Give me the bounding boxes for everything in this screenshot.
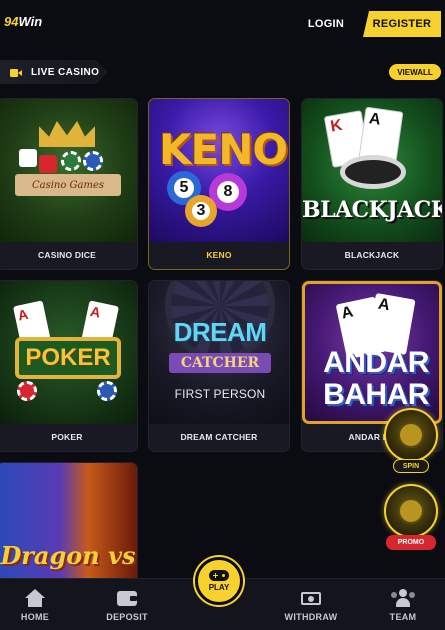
chip-icon (17, 381, 37, 401)
dream-logo-text: DREAM (173, 317, 267, 347)
first-person-text: FIRST PERSON (174, 387, 266, 401)
game-card-label: POKER (51, 431, 83, 442)
home-icon (25, 589, 45, 607)
game-card-poker[interactable]: A A POKER POKER (0, 280, 138, 452)
promo-label: PROMO (386, 535, 436, 550)
game-card-blackjack[interactable]: K A BLACKJACK BLACKJACK (301, 98, 443, 270)
nav-item-home[interactable]: HOME (0, 589, 70, 629)
game-card-label: CASINO DICE (38, 249, 96, 260)
chip-icon (97, 381, 117, 401)
brand-logo[interactable]: 94Win (4, 14, 42, 29)
game-card-dream-catcher[interactable]: DREAM CATCHER FIRST PERSON DREAM CATCHER (148, 280, 290, 452)
blackjack-thumbnail: K A BLACKJACK (302, 99, 442, 242)
poker-thumbnail: A A POKER (0, 281, 137, 424)
chip-icon (83, 151, 103, 171)
dream-catcher-thumbnail: DREAM CATCHER FIRST PERSON (149, 281, 289, 424)
die-icon (19, 149, 37, 167)
gamepad-icon (209, 570, 229, 581)
nav-item-deposit[interactable]: DEPOSIT (92, 589, 162, 629)
poker-logo-text: POKER (15, 337, 121, 379)
nav-label: TEAM (389, 612, 417, 622)
login-button[interactable]: LOGIN (300, 12, 352, 36)
bahar-logo-text: BAHAR (323, 378, 429, 411)
die-icon (39, 155, 57, 173)
spin-wheel-button[interactable] (384, 408, 438, 462)
game-card-label: KENO (206, 249, 232, 260)
wallet-icon (117, 589, 137, 607)
register-button[interactable]: REGISTER (363, 11, 441, 37)
play-button[interactable]: PLAY (195, 557, 243, 605)
game-card-keno[interactable]: KENO 5 8 3 KENO (148, 98, 290, 270)
spin-coin-icon (398, 422, 424, 448)
team-icon (391, 589, 415, 607)
andar-bahar-thumbnail: A A ANDAR BAHAR (302, 281, 442, 424)
dragon-logo-text: Dragon vs (0, 541, 136, 570)
nav-label: HOME (20, 612, 50, 622)
casino-games-banner: Casino Games (15, 174, 121, 196)
play-label: PLAY (208, 583, 230, 592)
nav-item-team[interactable]: TEAM (368, 589, 438, 629)
chip-icon (61, 151, 81, 171)
promo-coin-icon (398, 498, 424, 524)
game-card-casino-dice[interactable]: Casino Games CASINO DICE (0, 98, 138, 270)
casino-dice-thumbnail: Casino Games (0, 99, 137, 242)
promo-button[interactable] (384, 484, 438, 538)
nav-item-withdraw[interactable]: WITHDRAW (276, 589, 346, 629)
logo-number: 94 (4, 14, 19, 29)
game-card-label: DREAM CATCHER (180, 431, 258, 442)
view-all-button[interactable]: VIEWALL (389, 64, 441, 80)
keno-ball: 3 (185, 195, 217, 227)
blackjack-logo-text: BLACKJACK (302, 197, 442, 223)
keno-thumbnail: KENO 5 8 3 (149, 99, 289, 242)
section-title-pill: LIVE CASINO (0, 60, 108, 84)
nav-label: WITHDRAW (284, 612, 338, 622)
keno-logo-text: KENO (159, 125, 288, 174)
crown-icon (39, 121, 95, 147)
poker-chip-icon (340, 155, 406, 189)
andar-logo-text: ANDAR (323, 346, 429, 379)
catcher-logo-text: CATCHER (169, 353, 271, 373)
spin-label: SPIN (393, 459, 429, 473)
camera-icon (10, 68, 22, 77)
game-card-label: BLACKJACK (344, 249, 400, 260)
logo-word: Win (18, 14, 43, 29)
nav-label: DEPOSIT (106, 612, 148, 622)
live-casino-section-header: LIVE CASINO VIEWALL (0, 58, 445, 86)
withdraw-icon (301, 589, 321, 607)
top-bar: 94Win LOGIN REGISTER (0, 0, 445, 50)
section-title: LIVE CASINO (31, 66, 100, 78)
